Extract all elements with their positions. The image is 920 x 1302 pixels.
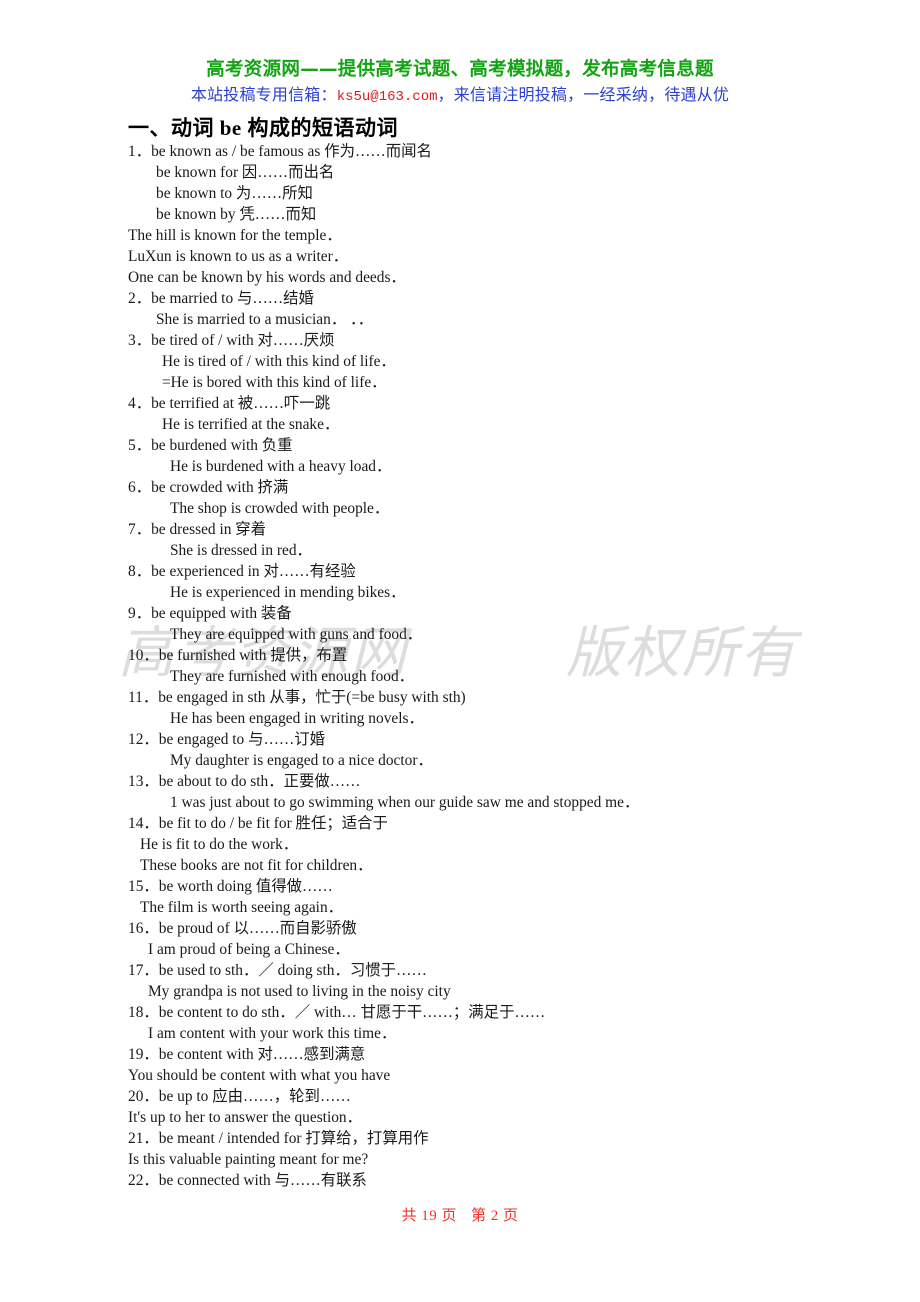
content-line: 11．be engaged in sth 从事，忙于(=be busy with…: [128, 689, 466, 706]
document-page: 高考资源网 版权所有 高考资源网——提供高考试题、高考模拟题，发布高考信息题 本…: [0, 0, 920, 1302]
content-line: My daughter is engaged to a nice doctor．: [170, 752, 433, 769]
content-line: One can be known by his words and deeds．: [128, 269, 406, 286]
content-line: I am proud of being a Chinese．: [148, 941, 350, 958]
content-line: 13．be about to do sth．正要做……: [128, 773, 361, 790]
footer-total-pages: 共 19 页: [401, 1208, 457, 1224]
content-line: You should be content with what you have: [128, 1067, 391, 1084]
content-line: 10．be furnished with 提供，布置: [128, 647, 348, 664]
content-line: The shop is crowded with people．: [170, 500, 390, 517]
content-line: 1 was just about to go swimming when our…: [170, 794, 640, 811]
content-line: 6．be crowded with 挤满: [128, 479, 289, 496]
content-line: 3．be tired of / with 对……厌烦: [128, 332, 335, 349]
content-line: 7．be dressed in 穿着: [128, 521, 267, 538]
content-line: They are furnished with enough food．: [170, 668, 415, 685]
content-line: 9．be equipped with 装备: [128, 605, 292, 622]
content-line: 19．be content with 对……感到满意: [128, 1046, 366, 1063]
site-banner-subtitle: 本站投稿专用信箱：ks5u@163.com，来信请注明投稿，一经采纳，待遇从优: [0, 85, 920, 108]
content-line: 15．be worth doing 值得做……: [128, 878, 333, 895]
content-body: 1．be known as / be famous as 作为……而闻名 be k…: [0, 141, 920, 1191]
content-line: 17．be used to sth．／ doing sth．习惯于……: [128, 962, 427, 979]
content-line: 18．be content to do sth．／ with… 甘愿于干……；满…: [128, 1004, 546, 1021]
content-line: 4．be terrified at 被……吓一跳: [128, 395, 331, 412]
content-line: It's up to her to answer the question．: [128, 1109, 363, 1126]
site-banner-title: 高考资源网——提供高考试题、高考模拟题，发布高考信息题: [206, 59, 714, 80]
content-line: 21．be meant / intended for 打算给，打算用作: [128, 1130, 429, 1147]
content-line: He is terrified at the snake．: [162, 416, 340, 433]
content-line: 20．be up to 应由……，轮到……: [128, 1088, 351, 1105]
submission-mailbox-label: 本站投稿专用信箱：: [190, 86, 337, 104]
content-line: He is burdened with a heavy load．: [170, 458, 392, 475]
content-line: Is this valuable painting meant for me?: [128, 1151, 369, 1168]
content-line: The film is worth seeing again．: [140, 899, 344, 916]
content-line: They are equipped with guns and food．: [170, 626, 423, 643]
page-footer: 共 19 页第 2 页: [0, 1204, 920, 1225]
content-line: 22．be connected with 与……有联系: [128, 1172, 367, 1189]
content-line: LuXun is known to us as a writer．: [128, 248, 349, 265]
submission-note: ，来信请注明投稿，一经采纳，待遇从优: [437, 86, 730, 104]
site-banner: 高考资源网——提供高考试题、高考模拟题，发布高考信息题 本站投稿专用信箱：ks5…: [0, 58, 920, 108]
content-line: 16．be proud of 以……而自影骄傲: [128, 920, 357, 937]
content-line: He has been engaged in writing novels．: [170, 710, 424, 727]
page-title: 一、动词 be 构成的短语动词: [128, 116, 398, 140]
content-line: These books are not fit for children．: [140, 857, 373, 874]
content-line: 12．be engaged to 与……订婚: [128, 731, 326, 748]
content-line: 2．be married to 与……结婚: [128, 290, 314, 307]
content-line: be known by 凭……而知: [156, 206, 317, 223]
content-line: She is dressed in red．: [170, 542, 312, 559]
content-line: 14．be fit to do / be fit for 胜任；适合于: [128, 815, 388, 832]
content-line: He is experienced in mending bikes．: [170, 584, 406, 601]
content-line: be known for 因……而出名: [156, 164, 335, 181]
content-line: 8．be experienced in 对……有经验: [128, 563, 356, 580]
content-line: I am content with your work this time．: [148, 1025, 397, 1042]
submission-email-address[interactable]: ks5u@163.com: [337, 89, 438, 105]
content-line: 1．be known as / be famous as 作为……而闻名: [128, 143, 432, 160]
content-line: 5．be burdened with 负重: [128, 437, 293, 454]
content-line: He is fit to do the work．: [140, 836, 299, 853]
content-line: The hill is known for the temple．: [128, 227, 342, 244]
content-line: My grandpa is not used to living in the …: [148, 983, 451, 1000]
content-line: He is tired of / with this kind of life．: [162, 353, 396, 370]
content-line: She is married to a musician． ．．: [156, 311, 374, 328]
content-line: =He is bored with this kind of life．: [162, 374, 387, 391]
footer-current-page: 第 2 页: [471, 1208, 519, 1224]
content-line: be known to 为……所知: [156, 185, 313, 202]
